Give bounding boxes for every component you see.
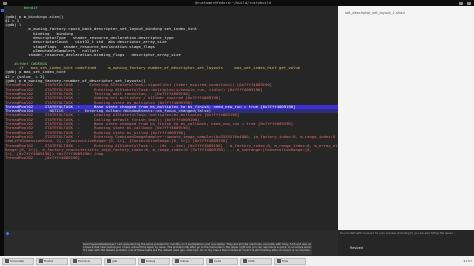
chat-messages: Good typesdatestampen! I am experiencing… [82,242,312,255]
app-icon [39,259,43,263]
taskbar-item[interactable]: Debug [138,257,170,265]
taskbar-item[interactable]: Chat [240,257,272,265]
chat-message: If a user with the tweaks problem: one o… [83,249,311,252]
terminal-output[interactable]: #endif (gdb) p m_bindings.size() $1 = 1 (gd… [4,6,338,230]
taskbar-item-label: Debug [146,259,156,263]
taskbar-item[interactable]: Firefox [36,257,68,265]
taskbar-item[interactable]: Files [274,257,306,265]
taskbar-item-label: Screenlab [10,259,24,263]
file-viewer-panel: set_descriptor_set_layout_1.shad [338,6,474,256]
taskbar-item-label: gdb [112,259,118,263]
app-icon [5,259,9,263]
taskbar-item[interactable]: Screenlab [2,257,34,265]
terminal-line: ThreadPool02 [0x7fff4009190] [5,156,80,161]
close-icon[interactable] [467,1,471,5]
options-panel: Do not start with manners for your proce… [338,230,474,256]
window-title: @customer@fedora:~/build/rustybuild [195,1,271,5]
taskbar-item-label: Firefox [44,259,54,263]
taskbar-item-label: Files [282,259,289,263]
app-icon [175,259,179,263]
taskbar-item[interactable]: Vulkan [172,257,204,265]
app-icon [243,259,247,263]
app-icon [209,259,213,263]
taskbar-item-label: Code [214,259,222,263]
avatar [6,232,9,235]
taskbar-item[interactable]: gdb [104,257,136,265]
taskbar-item-label: Chat [248,259,255,263]
taskbar-item[interactable]: Code [206,257,238,265]
window-controls[interactable] [459,1,471,5]
taskbar-item-label: Terminal [78,259,90,263]
app-icon [277,259,281,263]
clock: 11:57 [463,259,472,263]
file-name: set_descriptor_set_layout_1.shad [345,11,405,15]
minimize-icon[interactable] [459,1,463,5]
taskbar: Screenlab Firefox Terminal gdb Debug Vulkan Co… [0,256,474,266]
taskbar-item[interactable]: Terminal [70,257,102,265]
resized-label: Resized [350,246,364,250]
taskbar-item-label: Vulkan [180,259,190,263]
app-icon [107,259,111,263]
app-icon [141,259,145,263]
app-icon [73,259,77,263]
options-text: Do not start with manners for your proce… [340,232,456,235]
chat-panel: Good typesdatestampen! I am experiencing… [4,230,338,256]
